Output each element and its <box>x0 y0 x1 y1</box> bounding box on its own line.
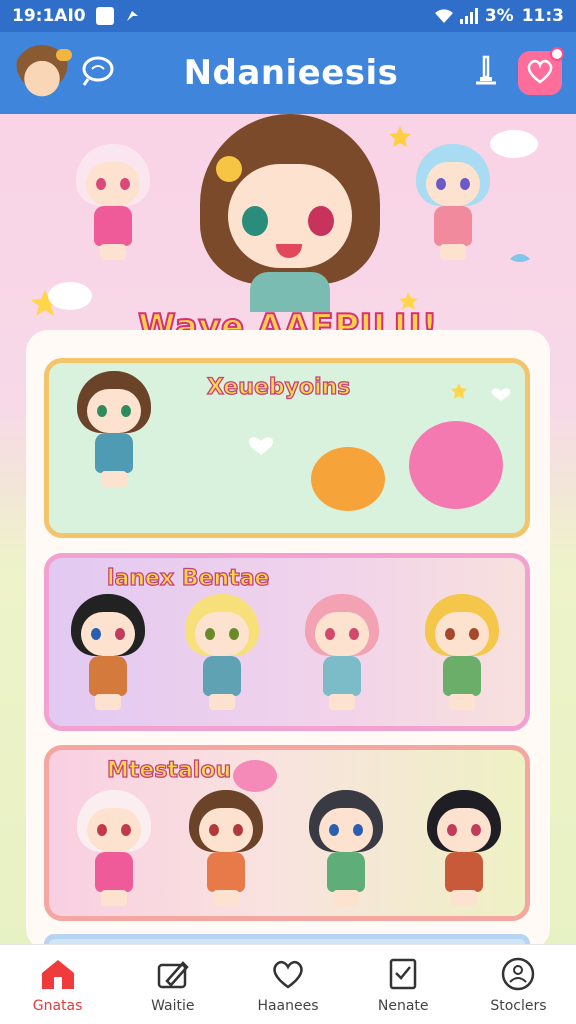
notification-dot <box>550 47 564 61</box>
nav-item-profile[interactable]: Stoclers <box>461 945 576 1024</box>
nav-label: Waitie <box>151 997 195 1014</box>
mascot-pink <box>233 760 277 792</box>
pen-button[interactable] <box>464 51 508 95</box>
search-icon <box>80 55 116 91</box>
checklist-icon <box>383 956 423 992</box>
category-card[interactable]: lanex Bentae <box>44 553 530 731</box>
wifi-icon <box>433 7 453 25</box>
nav-label: Nenate <box>377 997 429 1014</box>
status-time: 19:1AI0 <box>12 6 86 26</box>
status-clock-right: 11:3 <box>521 6 564 26</box>
nav-item-favorites[interactable]: Haanees <box>230 945 345 1024</box>
heart-hands-icon <box>268 956 308 992</box>
search-button[interactable] <box>78 53 118 93</box>
character <box>65 594 151 714</box>
messenger-icon <box>124 7 142 25</box>
hero-character <box>180 114 400 334</box>
bottom-nav: Gnatas Waitie Haanees Nenate Stoclers <box>0 944 576 1024</box>
cloud-icon <box>490 130 538 158</box>
favorites-button[interactable] <box>518 47 564 95</box>
app-bar: Ndanieesis <box>0 32 576 114</box>
hero-section: Wave AAEPILU! <box>0 114 576 354</box>
nav-label: Stoclers <box>490 997 547 1014</box>
character <box>71 790 157 910</box>
status-bar: 19:1AI0 3% 11:3 <box>0 0 576 32</box>
profile-icon <box>498 956 538 992</box>
heart-icon <box>525 58 555 88</box>
character <box>303 790 389 910</box>
nav-item-edit[interactable]: Waitie <box>115 945 230 1024</box>
card-title: Mtestalou <box>106 757 232 783</box>
nav-item-notes[interactable]: Nenate <box>346 945 461 1024</box>
character-right <box>410 144 496 264</box>
signal-icon <box>459 7 478 25</box>
heart-decor <box>248 383 511 455</box>
notification-icon <box>95 7 114 25</box>
app-title: Ndanieesis <box>183 53 399 93</box>
character <box>183 790 269 910</box>
heart-icon <box>510 254 530 262</box>
home-icon <box>38 956 78 992</box>
battery-text: 3% <box>484 6 514 26</box>
category-card[interactable]: Xeuebyoins <box>44 358 530 538</box>
edit-icon <box>153 956 193 992</box>
pen-icon <box>470 53 502 93</box>
character-left <box>70 144 156 264</box>
character <box>421 790 507 910</box>
avatar[interactable] <box>14 45 72 101</box>
cloud-icon <box>48 282 92 310</box>
nav-item-home[interactable]: Gnatas <box>0 945 115 1024</box>
character <box>419 594 505 714</box>
nav-label: Gnatas <box>32 997 83 1014</box>
nav-label: Haanees <box>257 997 319 1014</box>
character <box>299 594 385 714</box>
category-card[interactable]: Mtestalou <box>44 745 530 921</box>
character <box>179 594 265 714</box>
card-title: lanex Bentae <box>106 565 270 591</box>
